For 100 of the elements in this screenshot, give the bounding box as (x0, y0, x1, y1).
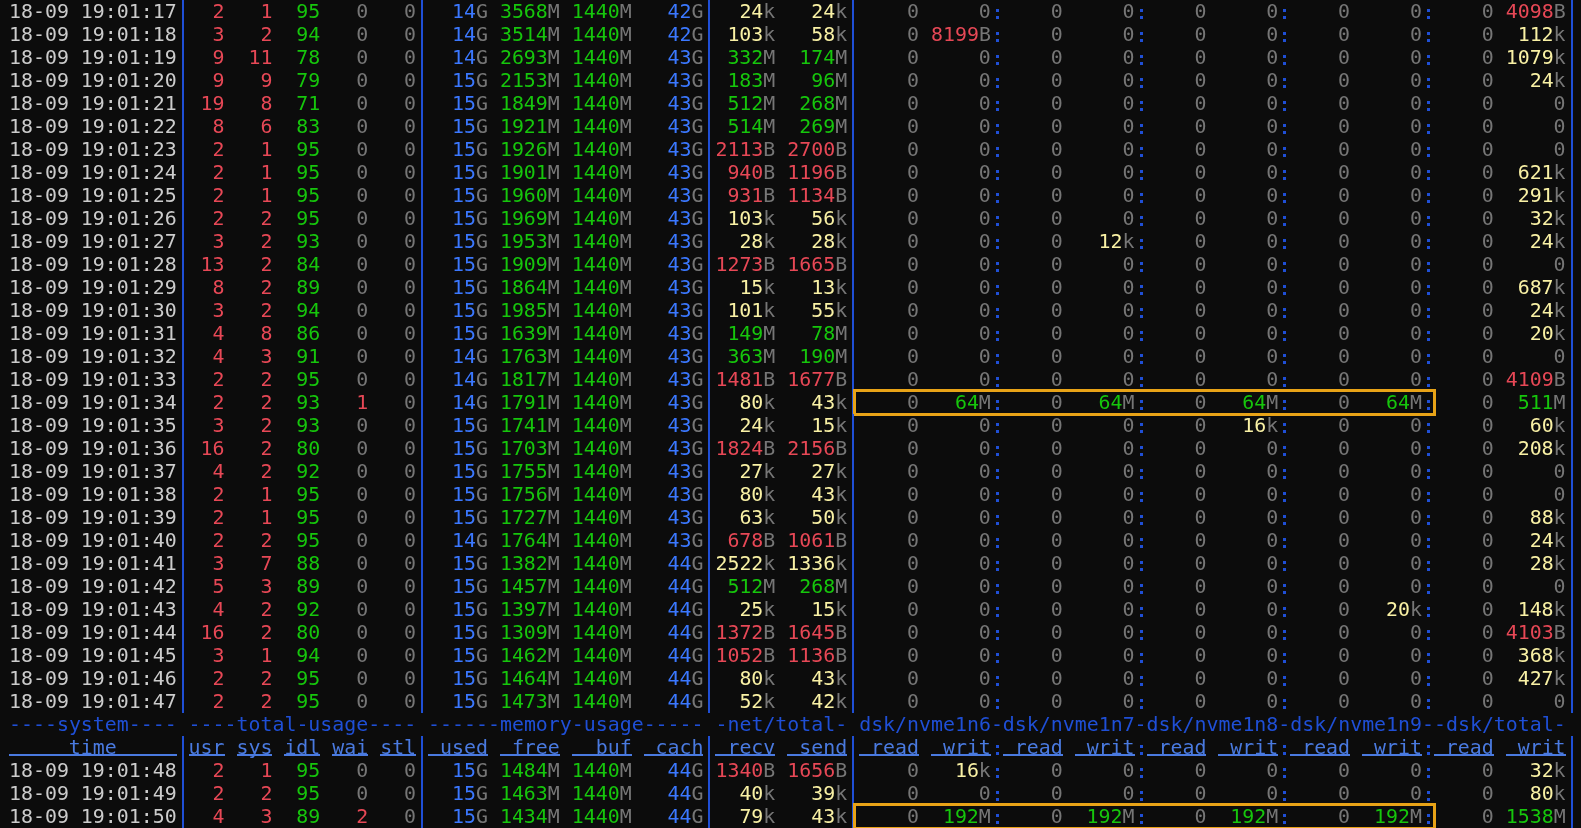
stat-value: 0 (355, 92, 369, 115)
stat-value: 0 (403, 598, 417, 621)
stat-value: 0 (1193, 782, 1207, 805)
stat-value: 5 (211, 575, 225, 598)
stat-value: 92 (295, 460, 321, 483)
stat-value: 0 (1121, 46, 1135, 69)
stat-value: 0 (1480, 759, 1494, 782)
stat-value: 1817M (499, 368, 560, 391)
stat-value: 15G (451, 253, 488, 276)
stat-value: 15G (451, 207, 488, 230)
stat-value: 0 (355, 322, 369, 345)
stat-value: 0 (977, 575, 991, 598)
stat-value: 103k (726, 207, 776, 230)
stat-value: 0 (1337, 460, 1351, 483)
stat-value: 0 (1408, 184, 1422, 207)
stat-value: 0 (906, 207, 919, 230)
stat-value: 16k (1241, 414, 1279, 437)
group-header: -net/total- (715, 713, 848, 736)
stat-value: 687k (1516, 276, 1566, 299)
stat-value: 0 (403, 322, 417, 345)
stat-value: 0 (1121, 759, 1135, 782)
stat-value: 1763M (499, 345, 560, 368)
stat-value: 0 (1337, 782, 1351, 805)
stat-value: 0 (1408, 782, 1422, 805)
stat-value: 0 (355, 345, 369, 368)
stat-value: 0 (1552, 483, 1566, 506)
stat-value: 89 (295, 276, 321, 299)
stat-value: 43G (666, 345, 704, 368)
stat-value: 0 (1337, 483, 1351, 506)
stat-value: 0 (1121, 460, 1135, 483)
stat-value: 43G (666, 69, 704, 92)
stat-value: 2153M (499, 69, 560, 92)
stat-value: 0 (977, 782, 991, 805)
stat-value: 1440M (571, 368, 632, 391)
stat-value: 16 (199, 437, 225, 460)
stat-value: 3 (259, 575, 273, 598)
stat-value: 0 (1408, 0, 1422, 23)
stat-value: 0 (1121, 184, 1135, 207)
stat-value: 0 (977, 483, 991, 506)
stat-value: 931B (726, 184, 776, 207)
stat-value: 2 (211, 667, 225, 690)
stat-value: 0 (906, 782, 919, 805)
stat-value: 0 (355, 69, 369, 92)
stat-value: 1849M (499, 92, 560, 115)
stat-value: 0 (1552, 115, 1566, 138)
stat-value: 0 (1552, 460, 1566, 483)
stat-value: 0 (1408, 299, 1422, 322)
stat-value: 0 (1337, 621, 1351, 644)
stat-value: 0 (1121, 345, 1135, 368)
stat-value: 0 (1265, 115, 1279, 138)
stat-value: 0 (1193, 621, 1207, 644)
stat-value: 20k (1528, 322, 1566, 345)
stat-value: 43G (666, 391, 704, 414)
stat-value: 0 (977, 92, 991, 115)
stat-value: 0 (1193, 207, 1207, 230)
stat-value: 0 (1552, 253, 1566, 276)
stat-value: 0 (1337, 506, 1351, 529)
timestamp: 18-09 19:01:44 (9, 621, 177, 644)
stat-value: 0 (1193, 483, 1207, 506)
stat-value: 0 (1193, 529, 1207, 552)
stat-value: 0 (1408, 69, 1422, 92)
stat-value: 0 (1265, 230, 1279, 253)
stat-value: 0 (977, 276, 991, 299)
stat-value: 0 (1193, 506, 1207, 529)
stat-value: 0 (906, 138, 919, 161)
stat-value: 0 (1265, 782, 1279, 805)
stat-value: 0 (403, 483, 417, 506)
stat-value: 0 (1337, 322, 1351, 345)
stat-value: 0 (1265, 23, 1279, 46)
stat-value: 0 (355, 230, 369, 253)
timestamp: 18-09 19:01:21 (9, 92, 177, 115)
stat-value: 11 (247, 46, 273, 69)
stat-value: 78M (810, 322, 848, 345)
stat-value: 1440M (571, 276, 632, 299)
stat-value: 3 (211, 230, 225, 253)
stat-value: 0 (1408, 207, 1422, 230)
stat-value: 0 (1480, 299, 1494, 322)
stat-value: 43G (666, 115, 704, 138)
stat-value: 1457M (499, 575, 560, 598)
stat-value: 0 (1480, 552, 1494, 575)
stat-value: 86 (295, 322, 321, 345)
stat-value: 0 (1337, 69, 1351, 92)
stat-value: 0 (403, 368, 417, 391)
stat-value: 20k (1384, 598, 1422, 621)
stat-value: 95 (295, 506, 321, 529)
stat-value: 0 (1049, 621, 1063, 644)
stat-value: 1677B (787, 368, 848, 391)
stat-value: 9 (211, 69, 225, 92)
stat-value: 1764M (499, 529, 560, 552)
stat-value: 0 (1265, 92, 1279, 115)
stat-value: 44G (666, 690, 704, 713)
stat-value: 0 (1408, 322, 1422, 345)
stat-value: 15G (451, 161, 488, 184)
stat-value: 0 (1121, 138, 1135, 161)
stat-value: 4103B (1505, 621, 1566, 644)
stat-value: 1 (259, 483, 273, 506)
stat-value: 0 (403, 575, 417, 598)
stat-value: 83 (295, 115, 321, 138)
stat-value: 43G (666, 253, 704, 276)
stat-value: 14G (451, 368, 488, 391)
